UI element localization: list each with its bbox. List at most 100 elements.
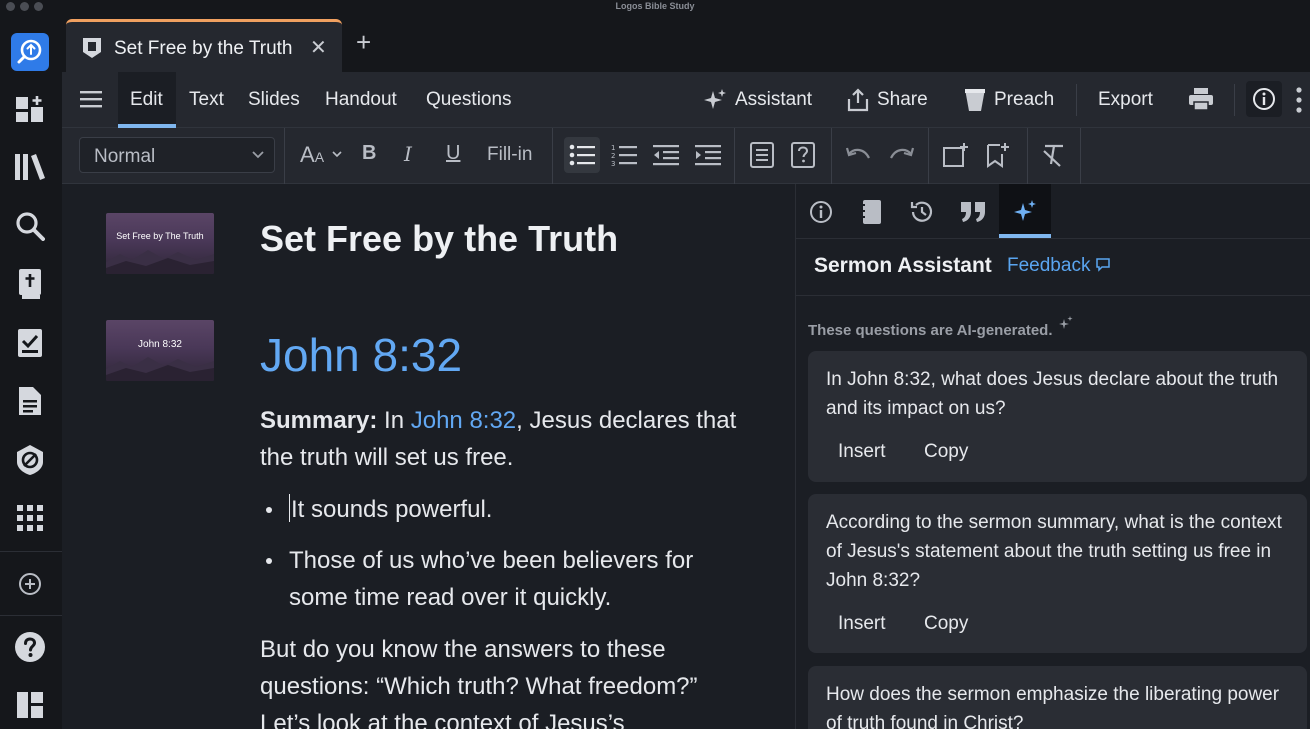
reading-plan-button[interactable] — [11, 324, 49, 362]
toolbar-divider — [1076, 84, 1077, 116]
tab-slides[interactable]: Slides — [248, 89, 300, 111]
sparkle-icon — [1014, 200, 1036, 221]
redo-icon[interactable] — [888, 145, 914, 165]
summary-text-pre: In — [377, 407, 411, 434]
fill-in-button[interactable]: Fill-in — [487, 144, 532, 166]
tab-handout[interactable]: Handout — [325, 89, 397, 111]
slide-thumbnail-text: Set Free by The Truth — [116, 231, 204, 241]
preach-label: Preach — [994, 89, 1055, 110]
library-button[interactable] — [11, 148, 49, 186]
bullet-marker — [266, 558, 272, 564]
hamburger-menu-icon[interactable] — [80, 90, 102, 108]
more-options-icon[interactable] — [1295, 87, 1303, 113]
slide-thumbnail-title[interactable]: Set Free by The Truth — [106, 213, 214, 274]
italic-button[interactable]: I — [404, 142, 412, 166]
question-card: How does the sermon emphasize the libera… — [808, 666, 1307, 729]
export-button[interactable]: Export — [1098, 89, 1153, 111]
format-divider — [1027, 128, 1028, 184]
summary-paragraph[interactable]: Summary: In John 8:32, Jesus declares th… — [260, 402, 760, 476]
chevron-down-icon — [332, 151, 342, 158]
bold-button[interactable]: B — [362, 142, 376, 165]
scripture-link[interactable]: John 8:32 — [411, 407, 516, 434]
numbered-list-icon[interactable]: 123 — [611, 143, 637, 167]
preach-button[interactable]: Preach — [964, 88, 1054, 112]
bible-icon — [19, 269, 41, 299]
checklist-icon — [18, 329, 42, 357]
insert-button[interactable]: Insert — [838, 613, 886, 635]
documents-button[interactable] — [11, 382, 49, 420]
insert-button[interactable]: Insert — [838, 441, 886, 463]
info-panel: Sermon Assistant Feedback These question… — [795, 184, 1310, 729]
factbook-shield-icon — [17, 445, 43, 475]
copy-button[interactable]: Copy — [924, 441, 968, 463]
undo-icon[interactable] — [846, 145, 872, 165]
info-toggle-button[interactable] — [1246, 81, 1282, 117]
tab-close-icon[interactable]: ✕ — [310, 35, 327, 60]
feedback-link[interactable]: Feedback — [1007, 255, 1110, 277]
panel-tab-history[interactable] — [906, 196, 938, 228]
share-label: Share — [877, 89, 928, 110]
panel-tab-info[interactable] — [805, 196, 837, 228]
grid-icon — [17, 505, 43, 531]
svg-text:1: 1 — [611, 144, 615, 152]
add-shortcut-button[interactable] — [11, 565, 49, 603]
bullet-item[interactable]: It sounds powerful. — [289, 491, 749, 528]
add-slide-icon[interactable] — [943, 142, 969, 168]
bullet-item[interactable]: Those of us who’ve been believers for so… — [289, 542, 749, 616]
scripture-reference-heading[interactable]: John 8:32 — [260, 328, 462, 382]
assistant-button[interactable]: Assistant — [703, 88, 812, 112]
slide-thumbnail-text: John 8:32 — [138, 339, 182, 350]
copy-button[interactable]: Copy — [924, 613, 968, 635]
new-tab-button[interactable]: + — [356, 29, 371, 55]
question-text: According to the sermon summary, what is… — [826, 512, 1282, 591]
apps-button[interactable] — [11, 499, 49, 537]
rail-divider — [0, 551, 62, 552]
layout-icon — [17, 692, 43, 718]
paragraph-style-select[interactable]: Normal — [79, 137, 275, 173]
panel-tab-divider — [796, 238, 1310, 239]
chevron-down-icon — [252, 151, 264, 159]
help-button[interactable] — [11, 628, 49, 666]
print-icon[interactable] — [1188, 87, 1214, 111]
share-button[interactable]: Share — [847, 88, 928, 112]
underline-button[interactable]: U — [446, 142, 460, 165]
info-icon — [1253, 88, 1275, 110]
panel-tab-notes[interactable] — [855, 196, 887, 228]
window-title: Logos Bible Study — [615, 1, 695, 11]
panel-tab-quotes[interactable] — [957, 196, 989, 228]
bullet-list-icon[interactable] — [569, 143, 595, 167]
dashboard-button[interactable] — [11, 90, 49, 128]
sermon-doc-icon — [83, 38, 101, 58]
question-box-icon[interactable] — [791, 142, 815, 168]
bible-button[interactable] — [11, 265, 49, 303]
outdent-icon[interactable] — [653, 143, 679, 167]
indent-icon[interactable] — [695, 143, 721, 167]
format-toolbar: Normal AA B I U Fill-in 123 — [62, 128, 1310, 184]
slide-thumbnail-reference[interactable]: John 8:32 — [106, 320, 214, 381]
panel-tab-assistant[interactable] — [1009, 196, 1041, 228]
logos-home-button[interactable] — [11, 33, 49, 71]
body-paragraph[interactable]: But do you know the answers to these que… — [260, 631, 740, 729]
library-icon — [15, 154, 45, 180]
search-button[interactable] — [11, 207, 49, 245]
document-tab[interactable]: Set Free by the Truth ✕ — [66, 19, 342, 72]
feedback-label: Feedback — [1007, 255, 1091, 276]
format-divider — [928, 128, 929, 184]
tab-questions[interactable]: Questions — [426, 89, 512, 111]
document-title[interactable]: Set Free by the Truth — [260, 218, 618, 260]
layouts-button[interactable] — [11, 686, 49, 724]
tab-edit[interactable]: Edit — [130, 89, 163, 111]
toolbar-divider — [1234, 84, 1235, 116]
font-size-icon: A — [300, 142, 315, 167]
font-size-button[interactable]: AA — [300, 142, 342, 168]
clear-formatting-icon[interactable] — [1042, 143, 1066, 167]
factbook-button[interactable] — [11, 441, 49, 479]
block-text-icon[interactable] — [750, 142, 774, 168]
sermon-editor[interactable]: Set Free by The Truth Set Free by the Tr… — [62, 184, 795, 729]
add-bookmark-icon[interactable] — [986, 142, 1010, 168]
document-icon — [19, 387, 41, 415]
info-icon — [810, 201, 832, 223]
svg-text:2: 2 — [611, 152, 615, 160]
ai-generated-note: These questions are AI-generated. — [808, 316, 1073, 339]
tab-text[interactable]: Text — [189, 89, 224, 111]
